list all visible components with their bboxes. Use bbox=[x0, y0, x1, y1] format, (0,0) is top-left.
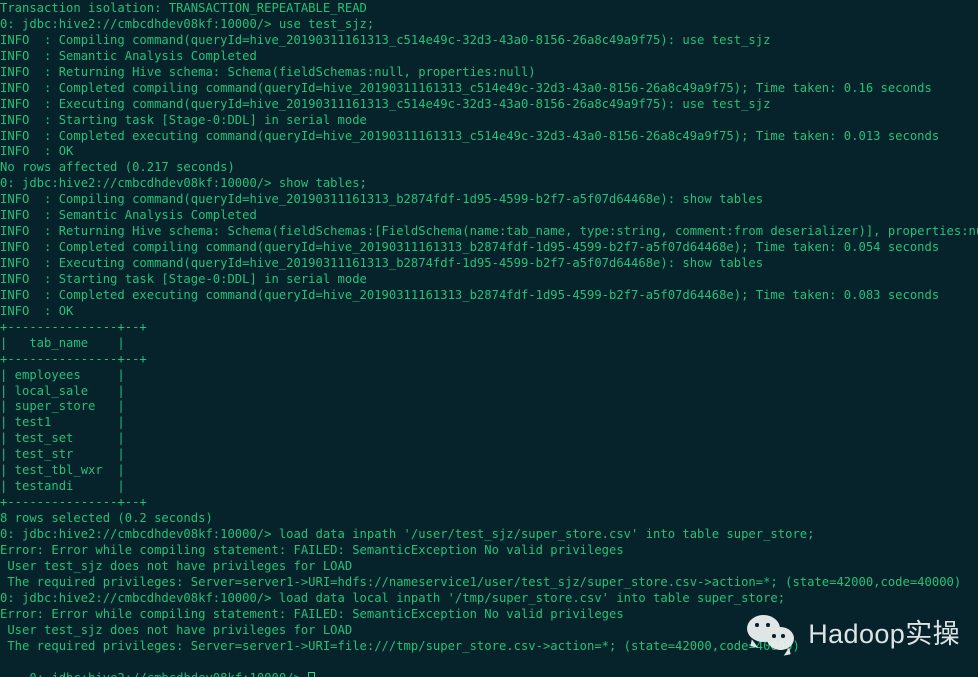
terminal-line: +---------------+--+ bbox=[0, 351, 147, 366]
terminal-line: | super_store | bbox=[0, 399, 125, 414]
terminal-window[interactable]: Transaction isolation: TRANSACTION_REPEA… bbox=[0, 0, 978, 677]
terminal-line: INFO : OK bbox=[0, 144, 74, 159]
terminal-line: User test_sjz does not have privileges f… bbox=[0, 558, 353, 573]
terminal-line: INFO : Completed executing command(query… bbox=[0, 287, 940, 302]
terminal-line: | employees | bbox=[0, 367, 125, 382]
terminal-line: | testandi | bbox=[0, 479, 125, 494]
terminal-line: The required privileges: Server=server1-… bbox=[0, 638, 800, 653]
terminal-line: INFO : OK bbox=[0, 303, 74, 318]
terminal-line: INFO : Returning Hive schema: Schema(fie… bbox=[0, 64, 536, 79]
terminal-line: | tab_name | bbox=[0, 335, 125, 350]
terminal-prompt-line: 0: jdbc:hive2://cmbcdhdev08kf:10000/> bbox=[0, 655, 316, 677]
terminal-line: INFO : Executing command(queryId=hive_20… bbox=[0, 256, 764, 270]
terminal-line: Error: Error while compiling statement: … bbox=[0, 542, 624, 557]
terminal-line: INFO : Executing command(queryId=hive_20… bbox=[0, 96, 771, 111]
terminal-line: Transaction isolation: TRANSACTION_REPEA… bbox=[0, 1, 367, 15]
terminal-line: User test_sjz does not have privileges f… bbox=[0, 622, 353, 637]
terminal-line: INFO : Completed compiling command(query… bbox=[0, 240, 940, 255]
terminal-line: 0: jdbc:hive2://cmbcdhdev08kf:10000/> lo… bbox=[0, 590, 786, 605]
terminal-line: INFO : Semantic Analysis Completed bbox=[0, 208, 257, 223]
terminal-line: | test_set | bbox=[0, 431, 125, 446]
terminal-line: Error: Error while compiling statement: … bbox=[0, 606, 624, 621]
prompt-text: 0: jdbc:hive2://cmbcdhdev08kf:10000/> bbox=[29, 671, 308, 677]
terminal-line: 0: jdbc:hive2://cmbcdhdev08kf:10000/> lo… bbox=[0, 526, 815, 541]
terminal-line: | test1 | bbox=[0, 415, 125, 430]
terminal-line: | test_tbl_wxr | bbox=[0, 463, 125, 478]
terminal-line: +---------------+--+ bbox=[0, 319, 147, 334]
terminal-line: | test_str | bbox=[0, 447, 125, 462]
terminal-line: No rows affected (0.217 seconds) bbox=[0, 160, 235, 175]
terminal-line: | local_sale | bbox=[0, 383, 125, 398]
terminal-line: INFO : Starting task [Stage-0:DDL] in se… bbox=[0, 112, 367, 127]
terminal-line: 0: jdbc:hive2://cmbcdhdev08kf:10000/> us… bbox=[0, 16, 375, 31]
terminal-line: 0: jdbc:hive2://cmbcdhdev08kf:10000/> sh… bbox=[0, 176, 367, 191]
text-cursor bbox=[308, 671, 316, 677]
terminal-line: INFO : Completed compiling command(query… bbox=[0, 80, 932, 95]
terminal-line: INFO : Completed executing command(query… bbox=[0, 128, 940, 143]
terminal-line: INFO : Compiling command(queryId=hive_20… bbox=[0, 192, 764, 207]
terminal-line: The required privileges: Server=server1-… bbox=[0, 574, 962, 589]
terminal-line: INFO : Compiling command(queryId=hive_20… bbox=[0, 32, 771, 47]
terminal-line: INFO : Returning Hive schema: Schema(fie… bbox=[0, 224, 978, 239]
terminal-line: +---------------+--+ bbox=[0, 495, 147, 510]
terminal-line: 8 rows selected (0.2 seconds) bbox=[0, 511, 213, 525]
terminal-line: INFO : Starting task [Stage-0:DDL] in se… bbox=[0, 271, 367, 286]
terminal-output: Transaction isolation: TRANSACTION_REPEA… bbox=[0, 1, 978, 654]
terminal-line: INFO : Semantic Analysis Completed bbox=[0, 48, 257, 63]
